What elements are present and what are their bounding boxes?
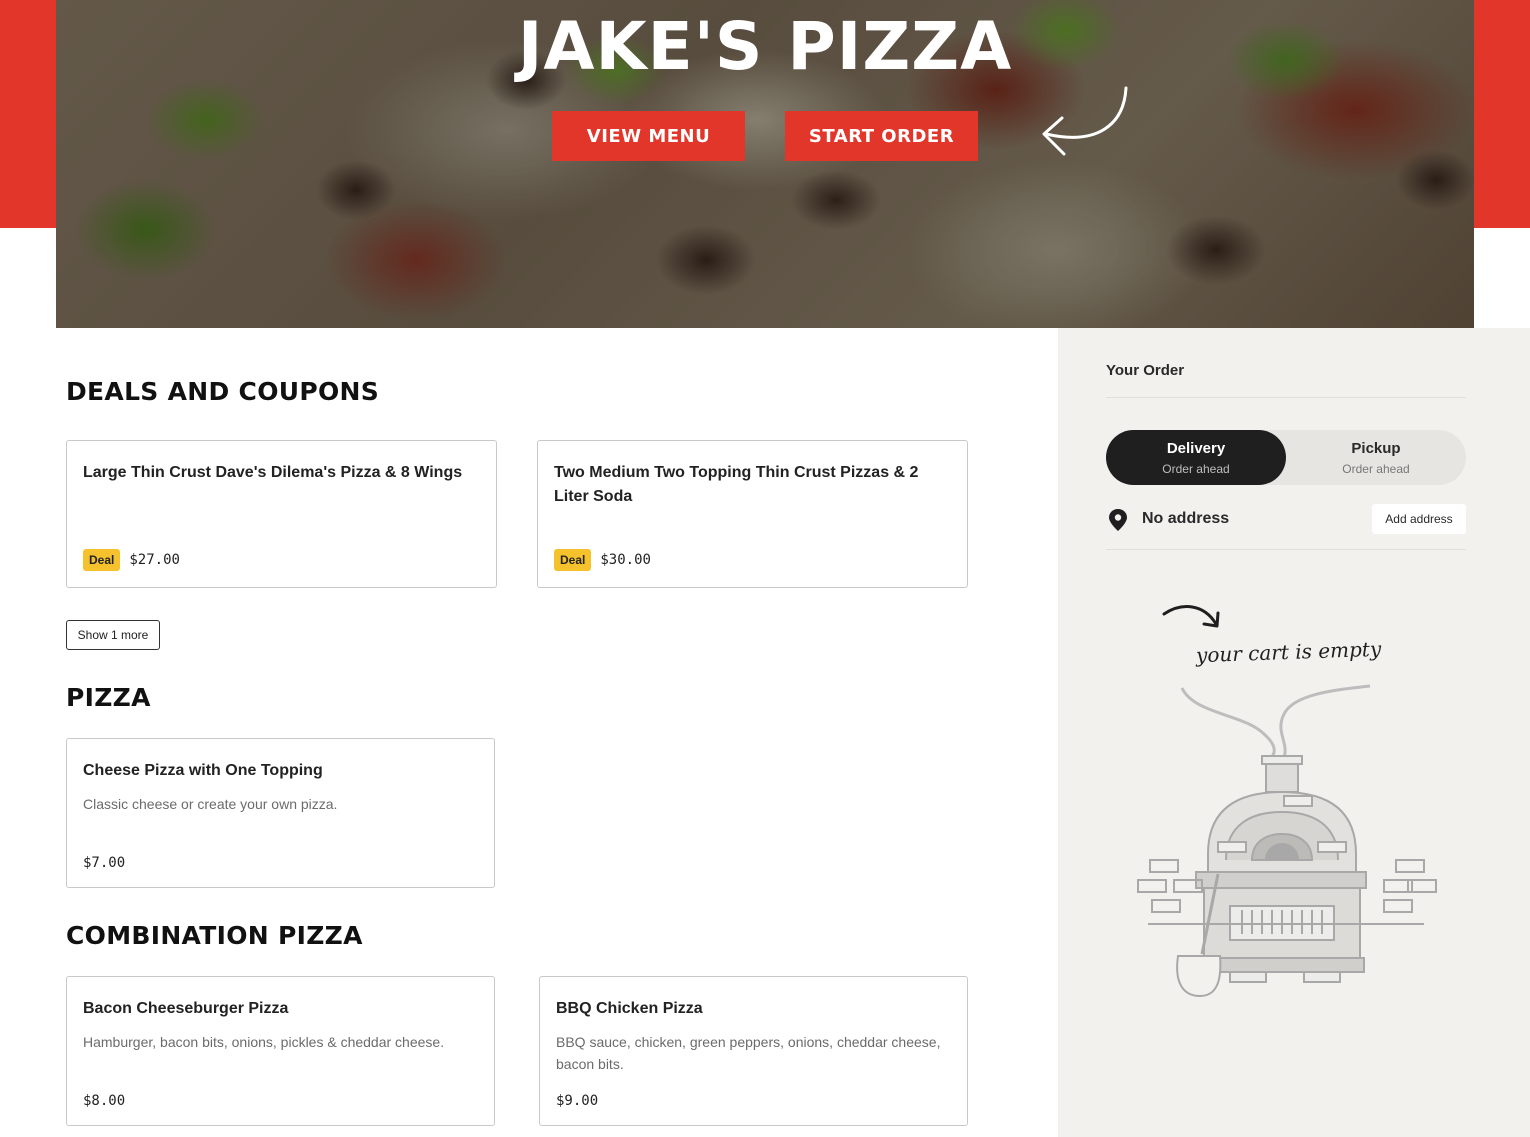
deal-price: $27.00	[129, 552, 180, 568]
address-row: No address Add address	[1106, 504, 1466, 534]
item-description: BBQ sauce, chicken, green peppers, onion…	[556, 1034, 941, 1072]
location-pin-icon	[1109, 509, 1127, 531]
show-more-button[interactable]: Show 1 more	[66, 620, 160, 650]
address-text: No address	[1142, 510, 1230, 527]
delivery-label: Delivery	[1166, 440, 1226, 457]
pickup-label: Pickup	[1351, 440, 1401, 457]
menu-item-card[interactable]: Bacon Cheeseburger Pizza Hamburger, baco…	[66, 976, 495, 1126]
deal-price-row: Deal $27.00	[83, 549, 180, 571]
item-price: $9.00	[556, 1093, 599, 1109]
start-order-button[interactable]: START ORDER	[785, 111, 978, 161]
deal-card[interactable]: Two Medium Two Topping Thin Crust Pizzas…	[537, 440, 968, 588]
divider	[1106, 397, 1466, 398]
item-description: Hamburger, bacon bits, onions, pickles &…	[83, 1034, 445, 1050]
item-name: BBQ Chicken Pizza	[556, 1000, 703, 1017]
menu-item-card[interactable]: Cheese Pizza with One Topping Classic ch…	[66, 738, 495, 888]
item-name: Bacon Cheeseburger Pizza	[83, 1000, 289, 1017]
view-menu-button[interactable]: VIEW MENU	[552, 111, 745, 161]
deal-name: Two Medium Two Topping Thin Crust Pizzas…	[554, 464, 919, 505]
item-name: Cheese Pizza with One Topping	[83, 762, 323, 779]
deal-badge: Deal	[554, 549, 592, 571]
item-description: Classic cheese or create your own pizza.	[83, 796, 338, 812]
pizza-heading: PIZZA	[66, 683, 151, 712]
divider	[1106, 549, 1466, 550]
curved-arrow-icon	[1042, 86, 1128, 156]
restaurant-title: JAKE'S PIZZA	[517, 8, 1013, 85]
small-arrow-icon	[1162, 605, 1220, 628]
deal-price: $30.00	[600, 552, 651, 568]
deals-heading: DEALS AND COUPONS	[66, 377, 380, 406]
item-price: $8.00	[83, 1093, 126, 1109]
pizza-oven-illustration	[1137, 684, 1437, 998]
deal-badge: Deal	[83, 549, 121, 571]
empty-cart-text: your cart is empty	[1195, 636, 1382, 668]
order-title: Your Order	[1106, 362, 1185, 379]
delivery-sublabel: Order ahead	[1162, 462, 1230, 476]
pickup-option[interactable]: Pickup Order ahead	[1286, 430, 1466, 485]
fulfillment-toggle: Delivery Order ahead Pickup Order ahead	[1106, 430, 1466, 485]
deal-price-row: Deal $30.00	[554, 549, 651, 571]
item-price: $7.00	[83, 855, 126, 871]
pickup-sublabel: Order ahead	[1342, 462, 1410, 476]
deal-card[interactable]: Large Thin Crust Dave's Dilema's Pizza &…	[66, 440, 497, 588]
menu-item-card[interactable]: BBQ Chicken Pizza BBQ sauce, chicken, gr…	[539, 976, 968, 1126]
combination-heading: COMBINATION PIZZA	[66, 921, 363, 950]
deal-name: Large Thin Crust Dave's Dilema's Pizza &…	[83, 464, 463, 481]
add-address-button[interactable]: Add address	[1372, 504, 1466, 534]
delivery-option[interactable]: Delivery Order ahead	[1106, 430, 1286, 485]
order-sidebar: Your Order Delivery Order ahead Pickup O…	[1058, 328, 1530, 1137]
